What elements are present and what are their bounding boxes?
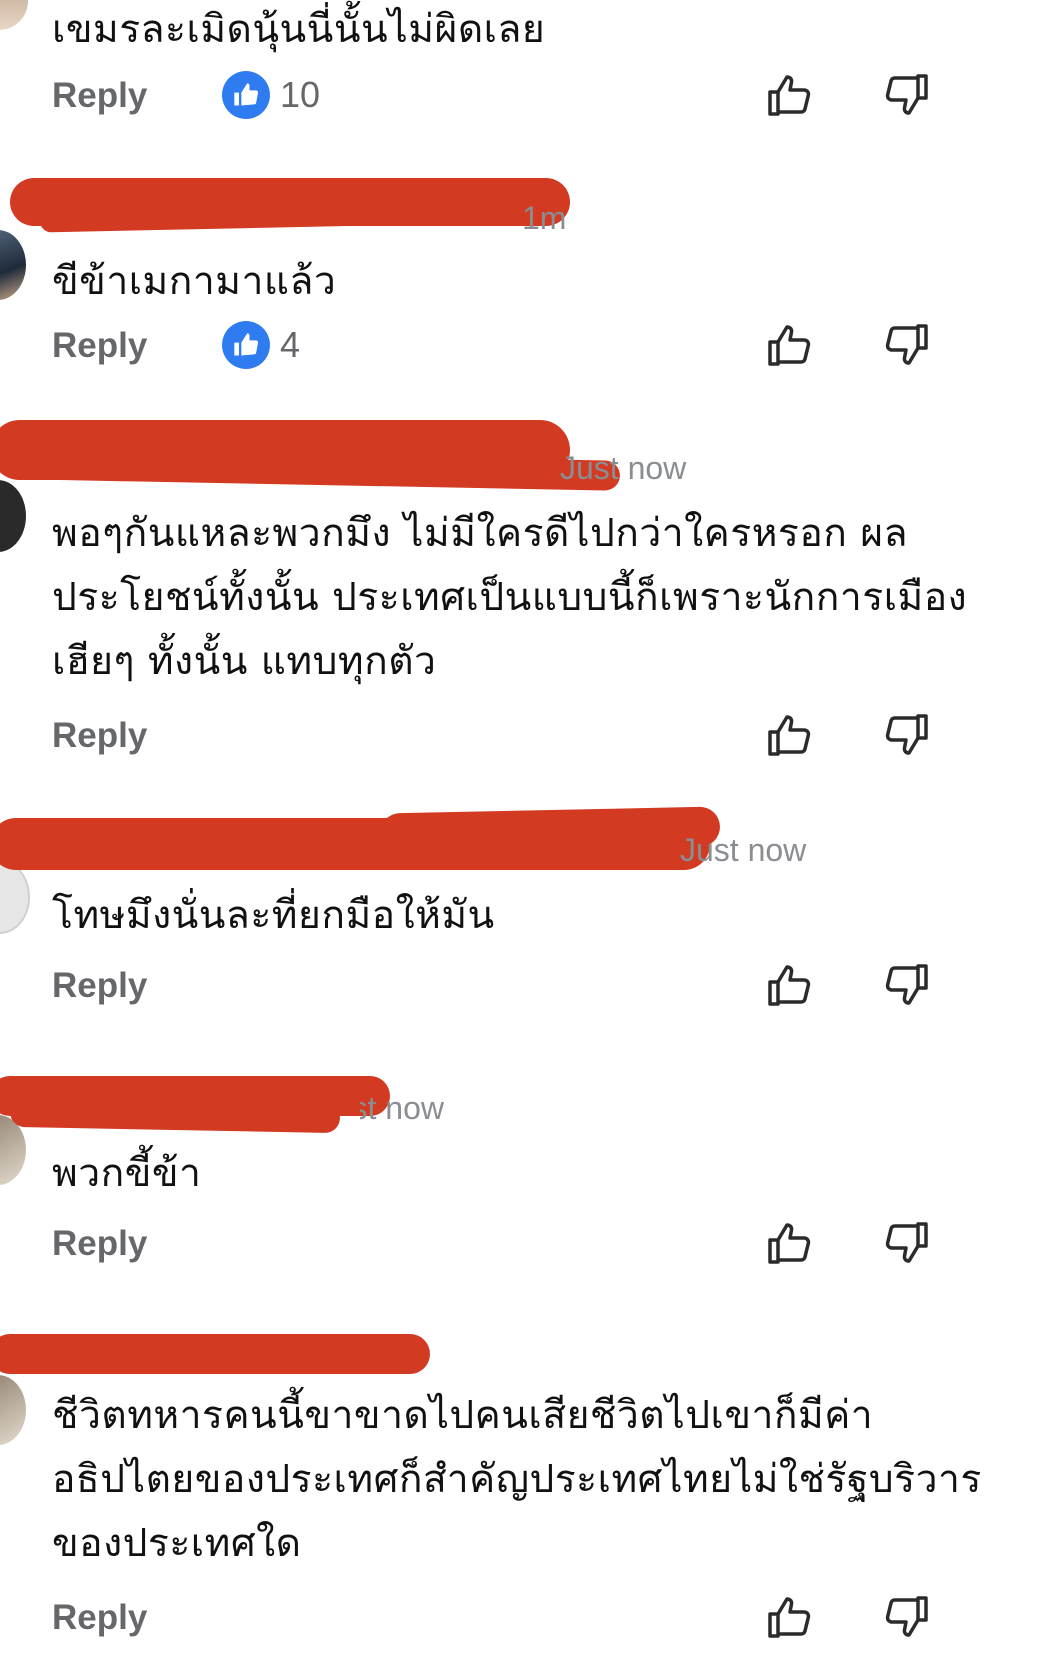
dislike-icon[interactable] — [882, 1218, 932, 1268]
reply-button[interactable]: Reply — [52, 1598, 147, 1638]
comment-text: พวกขี้ข้า — [52, 1151, 202, 1196]
avatar[interactable] — [0, 1375, 26, 1445]
timestamp: 1m — [522, 200, 567, 236]
timestamp: Just now — [360, 1090, 444, 1126]
comment-text: พอๆกันแหละพวกมึง ไม่มีใครดีไปกว่าใครหรอก… — [52, 511, 968, 684]
comment-text: เขมรละเมิดนุ้นนี่นั้นไม่ผิดเลย — [52, 7, 546, 52]
dislike-icon[interactable] — [882, 710, 932, 760]
reply-button[interactable]: Reply — [52, 716, 147, 756]
thumbs-up-icon — [222, 321, 270, 369]
dislike-icon[interactable] — [882, 1592, 932, 1642]
reply-button[interactable]: Reply — [52, 326, 147, 366]
like-icon[interactable] — [764, 1218, 814, 1268]
avatar[interactable] — [0, 480, 26, 552]
timestamp: Just now — [680, 832, 807, 868]
comment-actions: Reply — [52, 1592, 1012, 1652]
comment-actions: Reply 4 — [52, 320, 1012, 380]
timestamp: Just now — [560, 450, 687, 486]
reply-button[interactable]: Reply — [52, 76, 147, 116]
reaction-count: 10 — [280, 74, 321, 115]
dislike-icon[interactable] — [882, 70, 932, 120]
reaction-summary[interactable]: 4 — [222, 320, 300, 370]
comment-actions: Reply 10 — [52, 70, 1012, 130]
reaction-summary[interactable]: 10 — [222, 70, 320, 120]
like-icon[interactable] — [764, 960, 814, 1010]
thumbs-up-icon — [222, 71, 270, 119]
dislike-icon[interactable] — [882, 320, 932, 370]
avatar[interactable] — [0, 860, 30, 934]
like-icon[interactable] — [764, 710, 814, 760]
comment-actions: Reply — [52, 960, 1012, 1020]
reply-button[interactable]: Reply — [52, 966, 147, 1006]
comment-actions: Reply — [52, 710, 1012, 770]
reaction-count: 4 — [280, 324, 301, 365]
comment-text: ขีข้าเมกามาแล้ว — [52, 259, 337, 304]
dislike-icon[interactable] — [882, 960, 932, 1010]
avatar[interactable] — [0, 0, 28, 30]
like-icon[interactable] — [764, 70, 814, 120]
like-icon[interactable] — [764, 1592, 814, 1642]
like-icon[interactable] — [764, 320, 814, 370]
reply-button[interactable]: Reply — [52, 1224, 147, 1264]
redacted-name — [379, 806, 721, 854]
comment-actions: Reply — [52, 1218, 1012, 1278]
comment-text: ชีวิตทหารคนนี้ขาขาดไปคนเสียชีวิตไปเขาก็ม… — [52, 1393, 982, 1566]
redacted-name — [9, 1096, 341, 1134]
avatar[interactable] — [0, 230, 26, 300]
comment-text: โทษมึงนั่นละที่ยกมือให้มัน — [52, 893, 495, 938]
